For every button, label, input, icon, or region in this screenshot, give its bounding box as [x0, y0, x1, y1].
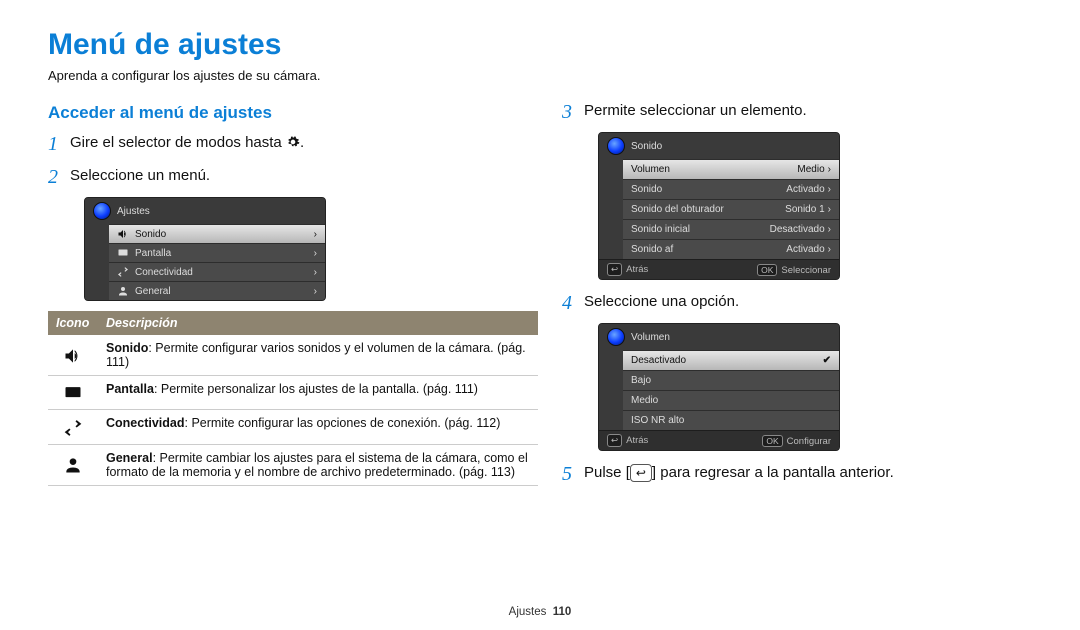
sound-icon	[63, 346, 83, 366]
list-item: VolumenMedio›	[623, 159, 839, 179]
step-1-text-a: Gire el selector de modos hasta	[70, 134, 286, 151]
sound-icon	[117, 228, 129, 240]
transfer-icon	[63, 418, 83, 438]
screen-icon	[117, 247, 129, 259]
person-icon	[63, 455, 83, 475]
list-item: Sonido inicialDesactivado›	[623, 219, 839, 239]
icon-description-table: Icono Descripción Sonido: Permite config…	[48, 311, 538, 486]
screen-icon	[63, 383, 83, 403]
mode-dial-icon	[607, 328, 625, 346]
option-item: Desactivado✔	[623, 350, 839, 370]
step-3: 3 Permite seleccionar un elemento.	[562, 99, 1032, 126]
option-item: ISO NR alto	[623, 410, 839, 430]
menu-item-pantalla: Pantalla›	[109, 243, 325, 262]
menu-item-general: General›	[109, 281, 325, 300]
person-icon	[117, 285, 129, 297]
camera-screen-volumen: Volumen Desactivado✔ Bajo Medio ISO NR a…	[598, 323, 840, 451]
table-row: Sonido: Permite configurar varios sonido…	[48, 335, 538, 376]
menu-item-sonido: Sonido›	[109, 224, 325, 243]
option-item: Bajo	[623, 370, 839, 390]
option-item: Medio	[623, 390, 839, 410]
step-1: 1 Gire el selector de modos hasta .	[48, 131, 518, 158]
page-intro: Aprenda a configurar los ajustes de su c…	[48, 68, 1032, 83]
mock2-title: Sonido	[631, 141, 662, 152]
ok-key-icon: OK	[762, 435, 782, 447]
camera-screen-ajustes: Ajustes Sonido› Pantalla› Conectividad› …	[84, 197, 326, 301]
mode-dial-icon	[93, 202, 111, 220]
list-item: SonidoActivado›	[623, 179, 839, 199]
back-key-icon: ↩	[607, 263, 622, 276]
table-row: General: Permite cambiar los ajustes par…	[48, 444, 538, 485]
gear-icon	[286, 135, 300, 155]
menu-item-conectividad: Conectividad›	[109, 262, 325, 281]
ok-key-icon: OK	[757, 264, 777, 276]
transfer-icon	[117, 266, 129, 278]
back-key-icon: ↩	[607, 434, 622, 447]
step-1-text-b: .	[300, 134, 304, 151]
step-5: 5 Pulse [↩] para regresar a la pantalla …	[562, 461, 1032, 488]
step-4: 4 Seleccione una opción.	[562, 290, 1032, 317]
list-item: Sonido del obturadorSonido 1›	[623, 199, 839, 219]
table-header-desc: Descripción	[98, 311, 538, 335]
mock3-title: Volumen	[631, 332, 670, 343]
page-title: Menú de ajustes	[48, 28, 1032, 62]
step-2-text: Seleccione un menú.	[70, 164, 210, 186]
checkmark-icon: ✔	[823, 355, 831, 366]
table-header-icon: Icono	[48, 311, 98, 335]
page-footer: Ajustes 110	[0, 606, 1080, 618]
camera-screen-sonido: Sonido VolumenMedio› SonidoActivado› Son…	[598, 132, 840, 280]
section-heading: Acceder al menú de ajustes	[48, 103, 518, 123]
table-row: Pantalla: Permite personalizar los ajust…	[48, 376, 538, 410]
step-2: 2 Seleccione un menú.	[48, 164, 518, 191]
step-4-text: Seleccione una opción.	[584, 290, 739, 312]
back-key-icon: ↩	[630, 464, 652, 482]
step-3-text: Permite seleccionar un elemento.	[584, 99, 807, 121]
table-row: Conectividad: Permite configurar las opc…	[48, 410, 538, 444]
mock1-title: Ajustes	[117, 206, 150, 217]
list-item: Sonido afActivado›	[623, 239, 839, 259]
mode-dial-icon	[607, 137, 625, 155]
